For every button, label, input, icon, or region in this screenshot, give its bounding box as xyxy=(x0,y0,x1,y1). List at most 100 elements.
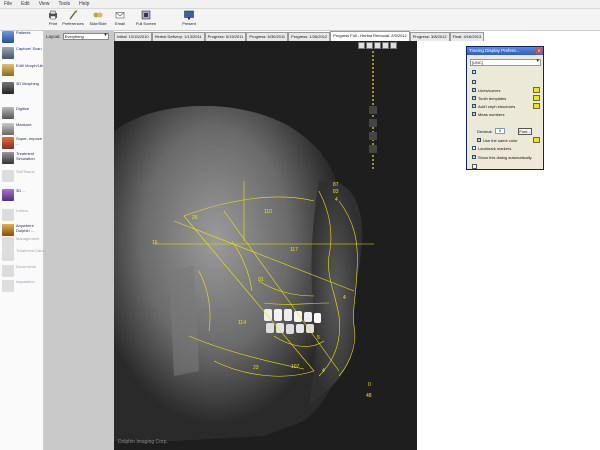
image-toolbar xyxy=(358,42,398,49)
tracing-preset-select[interactable]: [UNC] xyxy=(470,59,541,66)
email-icon xyxy=(115,12,125,19)
side-by-side-label: Side/Side xyxy=(89,21,107,26)
measure-icon xyxy=(2,123,14,135)
measurement-value: 5 xyxy=(317,335,320,341)
sidebar-item-treatment-simulation[interactable]: Treatment Simulation xyxy=(2,151,44,168)
tab-progress-2012-03[interactable]: Progress: 3/8/2012 xyxy=(409,32,450,41)
decimal-input[interactable]: 0 xyxy=(495,128,505,134)
aquasition-icon xyxy=(2,280,14,292)
help-icon[interactable] xyxy=(472,164,477,169)
sidebar-item-label: Digitize xyxy=(16,106,30,111)
preferences-label: Preferences xyxy=(62,21,84,26)
option-label: Show this dialog automatically xyxy=(478,154,532,160)
same-color-swatch[interactable] xyxy=(533,137,540,143)
anywhere-icon xyxy=(2,224,14,236)
tab-progress-2012-01[interactable]: Progress: 1/26/2012 xyxy=(288,32,331,41)
xray-image: 87 83 4 110 26 117 16 91 4 114 5 107 23 … xyxy=(114,41,417,450)
dialog-title-bar[interactable]: Tracing Display Prefere... ✕ xyxy=(467,47,543,55)
measurement-value: 110 xyxy=(264,209,272,215)
measurement-value: 23 xyxy=(253,365,259,371)
sidebar-item-soft-tissue[interactable]: Sof/Tissue xyxy=(2,169,44,186)
print-label: Print xyxy=(48,21,58,26)
show-automatically-checkbox[interactable] xyxy=(472,154,477,160)
tab-herbst-delivery[interactable]: Herbst Delivery: 1/13/2011 xyxy=(151,32,205,41)
meas-numbers-checkbox[interactable] xyxy=(472,111,477,117)
menu-tools[interactable]: Tools xyxy=(58,1,70,7)
menu-edit[interactable]: Edit xyxy=(21,1,30,7)
menu-help[interactable]: Help xyxy=(79,1,89,7)
option-show-automatically[interactable]: Show this dialog automatically xyxy=(472,154,532,160)
menu-view[interactable]: View xyxy=(39,1,50,7)
tab-initial[interactable]: Initial: 10/15/2010 xyxy=(114,32,152,41)
lines-curves-checkbox[interactable] xyxy=(472,87,477,93)
sidebar-item-label: Anywhere Dolphin ... xyxy=(16,223,35,233)
layout-select[interactable]: Everything xyxy=(62,32,109,40)
lines-color-swatch[interactable] xyxy=(533,87,540,93)
sidebar-item-aquasition[interactable]: Aquasition xyxy=(2,279,44,296)
sidebar-item-treatment-card[interactable]: Treatment Card xyxy=(2,248,44,265)
option-same-color[interactable]: Use the same color xyxy=(477,137,517,143)
documents-icon xyxy=(2,265,14,277)
ceph-color-swatch[interactable] xyxy=(533,103,540,109)
sidebar-item-patients[interactable]: Patients xyxy=(2,30,44,47)
present-label: Present xyxy=(182,21,196,26)
sidebar-item-label: 3D ... xyxy=(16,188,26,193)
digitize-icon xyxy=(2,107,14,119)
measurement-value: 114 xyxy=(238,320,246,326)
email-button[interactable]: Email xyxy=(107,10,133,30)
close-icon[interactable] xyxy=(382,42,389,49)
close-icon[interactable]: ✕ xyxy=(536,48,542,54)
option-ceph-structures[interactable]: Add'l ceph structures xyxy=(472,103,515,109)
menu-bar: File Edit View Tools Help xyxy=(0,0,600,9)
dialog-color-row xyxy=(472,79,478,85)
option-lines-curves[interactable]: Lines/curves xyxy=(472,87,500,93)
tooth-templates-checkbox[interactable] xyxy=(472,95,477,101)
skull-shape xyxy=(114,105,340,441)
tab-final[interactable]: Final: 4/16/2013 xyxy=(449,32,485,41)
ceph-structures-checkbox[interactable] xyxy=(472,103,477,109)
same-color-checkbox[interactable] xyxy=(477,137,482,143)
preferences-button[interactable]: Preferences xyxy=(60,10,86,30)
landmark-markers-checkbox[interactable] xyxy=(472,146,476,150)
sidebar-item-label: Letters xyxy=(16,208,29,213)
zoom-in-icon[interactable] xyxy=(358,42,365,49)
menu-file[interactable]: File xyxy=(4,1,12,7)
tab-progress-2011-05[interactable]: Progress: 5/19/2011 xyxy=(204,32,247,41)
superimpose-icon xyxy=(2,137,14,149)
patients-icon xyxy=(2,31,14,43)
layout-label: Layout: xyxy=(46,33,61,39)
tab-herbst-removal[interactable]: Progress Full - Herbst Removal: 2/9/2012 xyxy=(330,31,410,41)
tab-progress-2011-06[interactable]: Progress: 6/30/2011 xyxy=(246,32,289,41)
font-button[interactable]: Font... xyxy=(518,128,532,135)
present-button[interactable]: Present xyxy=(176,10,202,30)
print-icon xyxy=(49,10,57,20)
measurement-value: 107 xyxy=(291,364,300,370)
palette-icon[interactable] xyxy=(472,80,476,84)
sidebar-item-3d[interactable]: 3D ... xyxy=(2,188,44,205)
cephalometric-xray[interactable]: 87 83 4 110 26 117 16 91 4 114 5 107 23 … xyxy=(114,41,417,450)
sidebar-item-label: Management xyxy=(16,236,40,241)
measurement-value: 16 xyxy=(152,240,158,246)
letters-icon xyxy=(2,209,14,221)
sidebar-item-3d-morphing[interactable]: 3D Morphing xyxy=(2,81,44,98)
sidebar-item-edit-morph[interactable]: Edit/ Morph/Lib xyxy=(2,63,44,80)
option-tooth-templates[interactable]: Tooth templates xyxy=(472,95,506,101)
sidebar-item-label: Treatment Card xyxy=(16,248,44,253)
sidebar-item-capture-scan[interactable]: Capture/ Scan xyxy=(2,46,44,63)
option-meas-numbers[interactable]: Meas numbers xyxy=(472,111,504,117)
sidebar-item-label: Documents xyxy=(16,264,37,269)
option-label: Landmark markers xyxy=(478,145,512,151)
full-screen-button[interactable]: Full Screen xyxy=(133,10,159,30)
settings-icon[interactable] xyxy=(472,70,476,74)
sidebar-item-digitize[interactable]: Digitize xyxy=(2,106,44,123)
rotate-icon[interactable] xyxy=(374,42,381,49)
dialog-title: Tracing Display Prefere... xyxy=(469,48,520,53)
edit-icon xyxy=(2,64,14,76)
tooth-color-swatch[interactable] xyxy=(533,95,540,101)
camera-icon xyxy=(2,47,14,59)
option-landmark-markers[interactable]: Landmark markers xyxy=(472,145,511,151)
present-icon xyxy=(184,10,194,20)
sidebar-item-label: Sof/Tissue xyxy=(16,169,35,174)
zoom-out-icon[interactable] xyxy=(366,42,373,49)
pan-icon[interactable] xyxy=(390,42,397,49)
